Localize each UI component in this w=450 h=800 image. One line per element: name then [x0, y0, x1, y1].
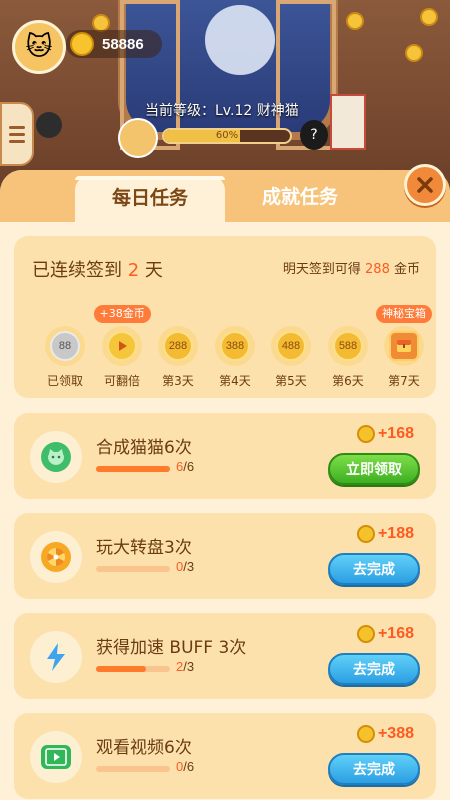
coin-icon	[356, 625, 375, 643]
task-card: 合成猫猫6次 6/6 +168 立即领取	[14, 413, 436, 499]
task-reward-amount: +188	[377, 525, 414, 542]
play-icon	[107, 331, 137, 361]
floating-coin	[420, 8, 438, 26]
task-icon	[30, 531, 82, 583]
checkin-day-label: 第5天	[275, 374, 307, 388]
checkin-day-2[interactable]: 可翻倍	[94, 326, 150, 389]
task-reward: +168	[356, 425, 414, 443]
task-progress-text: 6/6	[176, 459, 195, 474]
task-title: 合成猫猫6次	[96, 438, 192, 458]
coin-value: 488	[276, 331, 306, 361]
level-progress-bar: 60%	[162, 128, 292, 144]
lightning-icon	[41, 642, 71, 672]
close-button[interactable]	[404, 164, 446, 206]
task-reward-amount: +168	[377, 625, 414, 642]
moon	[205, 5, 275, 75]
fan-icon	[36, 112, 62, 138]
checkin-day-4: 388 第4天	[207, 326, 263, 389]
checkin-day-label: 已领取	[46, 374, 83, 388]
checkin-days: 88 已领取 可翻倍 +38金币 288 第3天 388 第4天 488 第5天 588 第6天 第7天…	[14, 305, 436, 389]
task-action-button[interactable]: 去完成	[328, 553, 420, 585]
task-reward: +168	[356, 625, 414, 643]
task-icon	[30, 631, 82, 683]
coin-icon	[70, 32, 94, 56]
task-progress-bar	[96, 666, 170, 672]
checkin-day-label: 第7天	[388, 374, 420, 388]
video-icon	[41, 745, 71, 769]
coin-value: 288	[163, 331, 193, 361]
tab-daily-tasks-label: 每日任务	[111, 187, 188, 209]
checkin-day-badge: 神秘宝箱	[376, 305, 432, 323]
game-background	[0, 0, 450, 190]
checkin-day-label: 第6天	[332, 374, 364, 388]
checkin-day-3: 288 第3天	[150, 326, 206, 389]
checkin-day-7: 第7天	[376, 326, 432, 389]
checkin-day-label: 第3天	[162, 374, 194, 388]
task-progress-text: 2/3	[176, 659, 195, 674]
task-card: 玩大转盘3次 0/3 +188 去完成	[14, 513, 436, 599]
checkin-days-count: 2	[127, 260, 140, 281]
task-action-button[interactable]: 去完成	[328, 753, 420, 785]
task-progress-bar	[96, 766, 170, 772]
task-progress-bar	[96, 466, 170, 472]
task-reward: +188	[356, 525, 414, 543]
coin-icon	[356, 725, 375, 743]
task-action-button[interactable]: 去完成	[328, 653, 420, 685]
locked-cat-icon: ?	[300, 120, 328, 150]
task-action-button[interactable]: 立即领取	[328, 453, 420, 485]
coin-balance-value: 58886	[102, 35, 144, 53]
coin-balance: 58886	[66, 30, 162, 58]
task-reward: +388	[356, 725, 414, 743]
tab-daily-tasks[interactable]: 每日任务	[75, 176, 225, 222]
checkin-day-6: 588 第6天	[320, 326, 376, 389]
task-title: 玩大转盘3次	[96, 538, 192, 558]
coin-value: 88	[50, 331, 80, 361]
coin-value: 588	[333, 331, 363, 361]
task-card: 获得加速 BUFF 3次 2/3 +168 去完成	[14, 613, 436, 699]
coin-icon	[356, 525, 375, 543]
task-card: 观看视频6次 0/6 +388 去完成	[14, 713, 436, 799]
checkin-card: 已连续签到 2 天 明天签到可得 288 金币 88 已领取 可翻倍 +38金币 288…	[14, 236, 436, 398]
checkin-day-badge: +38金币	[93, 305, 151, 323]
wheel-icon	[41, 542, 71, 572]
tab-achievement-tasks[interactable]: 成就任务	[230, 182, 370, 209]
cat-face-icon	[41, 442, 71, 472]
level-progress-text: 60%	[215, 130, 239, 141]
task-icon	[30, 431, 82, 483]
task-icon	[30, 731, 82, 783]
checkin-day-1: 88 已领取	[37, 326, 93, 389]
poster-icon	[330, 94, 366, 150]
checkin-title: 已连续签到 2 天	[32, 260, 163, 281]
treasure-chest-icon	[389, 331, 419, 361]
task-progress-text: 0/6	[176, 759, 195, 774]
task-reward-amount: +168	[377, 425, 414, 442]
menu-button[interactable]	[0, 102, 34, 166]
checkin-day-label: 第4天	[219, 374, 251, 388]
level-text: 当前等级：Lv.12 财神猫	[145, 103, 299, 119]
checkin-hint: 明天签到可得 288 金币	[282, 262, 420, 277]
checkin-day-5: 488 第5天	[263, 326, 319, 389]
task-progress-text: 0/3	[176, 559, 195, 574]
coin-icon	[356, 425, 375, 443]
checkin-hint-amount: 288	[365, 262, 390, 277]
task-progress-bar	[96, 566, 170, 572]
floating-coin	[405, 44, 423, 62]
checkin-day-label: 可翻倍	[103, 374, 140, 388]
tab-bar	[0, 170, 450, 222]
task-progress-fill	[96, 466, 170, 472]
cat-icon	[118, 118, 158, 158]
close-icon	[417, 177, 433, 193]
avatar[interactable]: 🐱	[12, 20, 66, 74]
task-progress-fill	[96, 666, 146, 672]
task-title: 观看视频6次	[96, 738, 192, 758]
floating-coin	[346, 12, 364, 30]
task-reward-amount: +388	[377, 725, 414, 742]
coin-value: 388	[220, 331, 250, 361]
task-title: 获得加速 BUFF 3次	[96, 638, 247, 658]
